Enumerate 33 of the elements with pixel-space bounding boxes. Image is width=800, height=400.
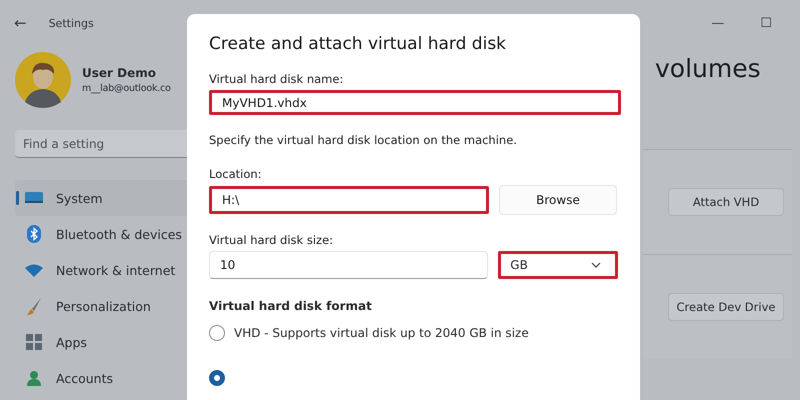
location-field[interactable]: H:\ xyxy=(209,186,489,214)
back-button[interactable]: ← xyxy=(14,14,27,32)
browse-button[interactable]: Browse xyxy=(499,185,617,216)
field-label: Virtual hard disk size: xyxy=(209,233,334,248)
user-email: m__lab@outlook.co xyxy=(82,83,171,94)
name-field[interactable]: MyVHD1.vhdx xyxy=(209,90,621,116)
dialog-title: Create and attach virtual hard disk xyxy=(209,34,508,54)
card-button[interactable]: Create Dev Drive xyxy=(668,293,784,321)
sidebar-item[interactable]: Accounts xyxy=(15,360,215,396)
brush-icon xyxy=(25,297,43,315)
window-control[interactable]: — xyxy=(711,16,724,30)
avatar-icon xyxy=(15,52,71,108)
field-label: Virtual hard disk name: xyxy=(209,72,344,86)
size-field[interactable]: 10 xyxy=(209,251,488,280)
person-icon xyxy=(25,370,43,386)
card-button[interactable]: Attach VHD xyxy=(668,188,784,216)
apps-icon xyxy=(25,334,43,350)
wifi-icon xyxy=(25,264,43,276)
field-label: Location: xyxy=(209,167,263,182)
bluetooth-icon xyxy=(25,225,43,243)
radio-label: VHD - Supports virtual disk up to 2040 GB in size xyxy=(234,326,529,340)
user-name: User Demo xyxy=(82,66,157,80)
chevron-icon xyxy=(591,262,601,268)
sidebar-item[interactable]: Apps xyxy=(15,324,215,360)
monitor-icon xyxy=(25,191,43,205)
page-heading: volumes xyxy=(655,54,762,85)
window-title: Settings xyxy=(48,16,94,30)
location-hint: Specify the virtual hard disk location on the machine. xyxy=(209,133,518,148)
radio-button[interactable] xyxy=(209,324,225,341)
window-control[interactable]: ☐ xyxy=(760,16,772,30)
unit-dropdown[interactable]: GB xyxy=(498,251,618,280)
radio-button[interactable] xyxy=(209,370,225,386)
section-heading: Virtual hard disk format xyxy=(209,299,373,314)
